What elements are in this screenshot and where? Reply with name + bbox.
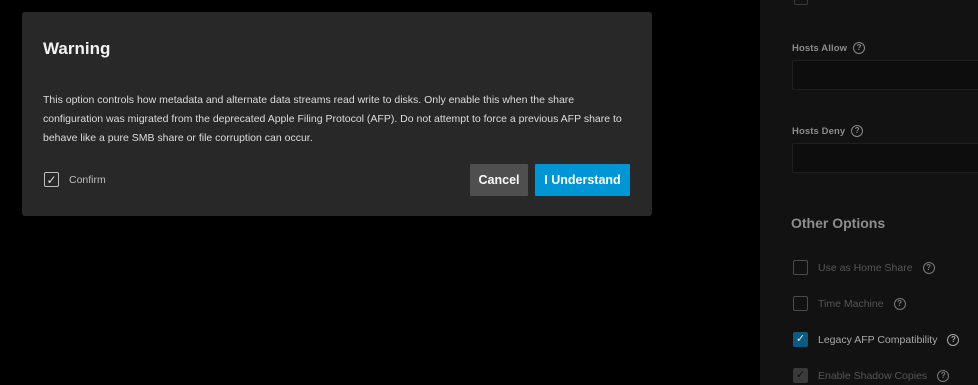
hosts-allow-input[interactable] <box>792 60 978 90</box>
hosts-deny-label-text: Hosts Deny <box>792 125 846 137</box>
confirm-checkbox[interactable]: ✓ <box>44 172 59 187</box>
check-icon: ✓ <box>795 369 806 381</box>
dialog-title: Warning <box>43 39 111 58</box>
help-icon[interactable]: ? <box>937 369 950 382</box>
check-icon: ✓ <box>46 172 57 187</box>
warning-dialog: Warning This option controls how metadat… <box>22 12 652 216</box>
hosts-allow-label-text: Hosts Allow <box>792 42 848 54</box>
option-label: Use as Home Share <box>818 261 913 274</box>
hosts-allow-label: Hosts Allow ? <box>792 42 866 54</box>
option-label: Time Machine <box>818 297 884 310</box>
help-icon[interactable]: ? <box>853 42 866 54</box>
smb-share-form-panel: Hosts Allow ? Hosts Deny ? Other Options… <box>760 0 978 385</box>
option-label: Enable Shadow Copies <box>818 369 928 382</box>
legacy-afp-checkbox[interactable]: ✓ <box>793 332 808 347</box>
help-icon[interactable]: ? <box>893 297 906 310</box>
home-share-checkbox[interactable] <box>793 260 808 275</box>
option-enable-shadow-copies[interactable]: ✓ Enable Shadow Copies ? <box>793 368 950 383</box>
option-use-as-home-share[interactable]: Use as Home Share ? <box>793 260 935 275</box>
check-icon: ✓ <box>795 333 806 345</box>
hosts-deny-label: Hosts Deny ? <box>792 125 864 137</box>
help-icon[interactable]: ? <box>922 261 935 274</box>
help-icon[interactable]: ? <box>947 333 960 346</box>
confirm-label: Confirm <box>69 173 106 186</box>
cancel-button[interactable]: Cancel <box>470 164 528 196</box>
confirm-checkbox-row[interactable]: ✓ Confirm <box>44 172 106 187</box>
option-time-machine[interactable]: Time Machine ? <box>793 296 906 311</box>
help-icon[interactable]: ? <box>851 125 864 137</box>
partial-checkbox[interactable] <box>794 0 808 5</box>
hosts-deny-input[interactable] <box>792 143 978 173</box>
page: Hosts Allow ? Hosts Deny ? Other Options… <box>0 0 978 385</box>
dialog-message: This option controls how metadata and al… <box>43 94 622 144</box>
time-machine-checkbox[interactable] <box>793 296 808 311</box>
option-legacy-afp-compatibility[interactable]: ✓ Legacy AFP Compatibility ? <box>793 332 960 347</box>
shadow-copies-checkbox[interactable]: ✓ <box>793 368 808 383</box>
i-understand-button[interactable]: I Understand <box>535 164 630 196</box>
other-options-heading: Other Options <box>791 215 886 231</box>
option-label: Legacy AFP Compatibility <box>818 333 938 346</box>
